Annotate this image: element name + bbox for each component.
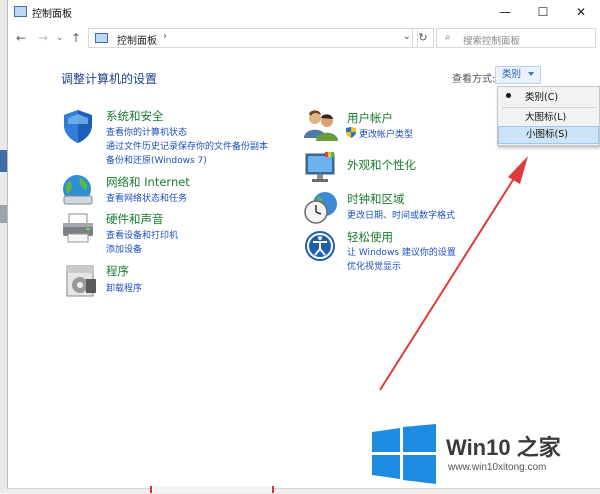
chevron-right-icon[interactable]: ›	[163, 31, 167, 42]
win10-watermark: Win10 之家 www.win10xitong.com	[370, 420, 600, 493]
clock-region-icon	[304, 192, 337, 224]
watermark-text: Win10 之家	[446, 435, 561, 460]
view-by-menu: 类别(C) 大图标(L) 小图标(S)	[497, 86, 600, 146]
menu-item-category[interactable]: 类别(C)	[498, 89, 599, 107]
up-button[interactable]: ↑	[71, 31, 81, 45]
menu-item-small-icons[interactable]: 小图标(S)	[498, 126, 599, 144]
menu-separator	[502, 107, 596, 108]
search-placeholder: 搜索控制面板	[463, 36, 521, 47]
link-uninstall-program[interactable]: 卸载程序	[106, 281, 142, 294]
view-by-value: 类别	[502, 69, 522, 80]
programs-icon	[66, 265, 96, 297]
window-title: 控制面板	[32, 9, 72, 20]
taskbar-highlight	[150, 486, 274, 493]
link-network-status[interactable]: 查看网络状态和任务	[106, 191, 187, 204]
desktop-edge-mark	[0, 150, 7, 172]
category-system-security[interactable]: 系统和安全	[106, 108, 164, 124]
windows-logo-icon	[372, 424, 436, 484]
shield-icon	[64, 110, 92, 143]
ease-of-access-icon	[305, 231, 335, 261]
selected-bullet-icon	[506, 93, 511, 98]
category-network-internet[interactable]: 网络和 Internet	[106, 174, 190, 190]
back-button[interactable]: ←	[16, 31, 26, 45]
link-backup-restore[interactable]: 备份和还原(Windows 7)	[106, 153, 207, 166]
chevron-down-icon[interactable]: ⌄	[403, 31, 411, 42]
appearance-monitor-icon	[305, 152, 335, 182]
title-bar[interactable]: 控制面板 — ☐ ✕	[8, 0, 600, 24]
search-icon: ⌕	[445, 32, 451, 43]
red-arrow-annotation	[379, 156, 528, 391]
category-hardware-sound[interactable]: 硬件和声音	[106, 211, 164, 227]
view-by-label: 查看方式:	[452, 74, 496, 85]
link-devices-printers[interactable]: 查看设备和打印机	[106, 228, 178, 241]
recent-dropdown-icon[interactable]: ⌄	[56, 33, 64, 43]
breadcrumb-control-panel[interactable]: 控制面板	[117, 32, 157, 47]
view-by-dropdown[interactable]: 类别	[495, 66, 541, 84]
minimize-button[interactable]: —	[489, 0, 521, 24]
menu-item-large-icons[interactable]: 大图标(L)	[498, 109, 599, 127]
page-title: 调整计算机的设置	[61, 72, 158, 86]
menu-item-large-icons-label: 大图标(L)	[525, 112, 567, 123]
menu-item-small-icons-label: 小图标(S)	[526, 129, 568, 140]
printer-icon	[63, 213, 93, 243]
uac-shield-icon	[346, 127, 356, 138]
category-user-accounts[interactable]: 用户帐户	[347, 110, 393, 126]
maximize-button[interactable]: ☐	[527, 0, 559, 24]
link-change-account-type[interactable]: 更改帐户类型	[359, 127, 413, 140]
address-bar[interactable]: 控制面板 › ⌄	[88, 28, 418, 48]
control-panel-icon	[95, 33, 108, 43]
desktop-edge-mark	[0, 205, 7, 223]
link-file-history[interactable]: 通过文件历史记录保存你的文件备份副本	[106, 139, 268, 152]
menu-item-category-label: 类别(C)	[525, 92, 559, 103]
user-accounts-icon	[304, 110, 338, 141]
forward-button[interactable]: →	[38, 31, 48, 45]
close-button[interactable]: ✕	[565, 0, 597, 24]
refresh-button[interactable]: ↻	[412, 28, 434, 48]
link-view-computer-status[interactable]: 查看你的计算机状态	[106, 125, 187, 138]
control-panel-icon	[14, 6, 27, 17]
watermark-url: www.win10xitong.com	[448, 462, 547, 473]
link-add-device[interactable]: 添加设备	[106, 242, 142, 255]
caret-down-icon	[528, 72, 534, 76]
category-programs[interactable]: 程序	[106, 263, 129, 279]
network-globe-icon	[63, 175, 93, 205]
search-input[interactable]: ⌕ 搜索控制面板	[436, 28, 596, 48]
